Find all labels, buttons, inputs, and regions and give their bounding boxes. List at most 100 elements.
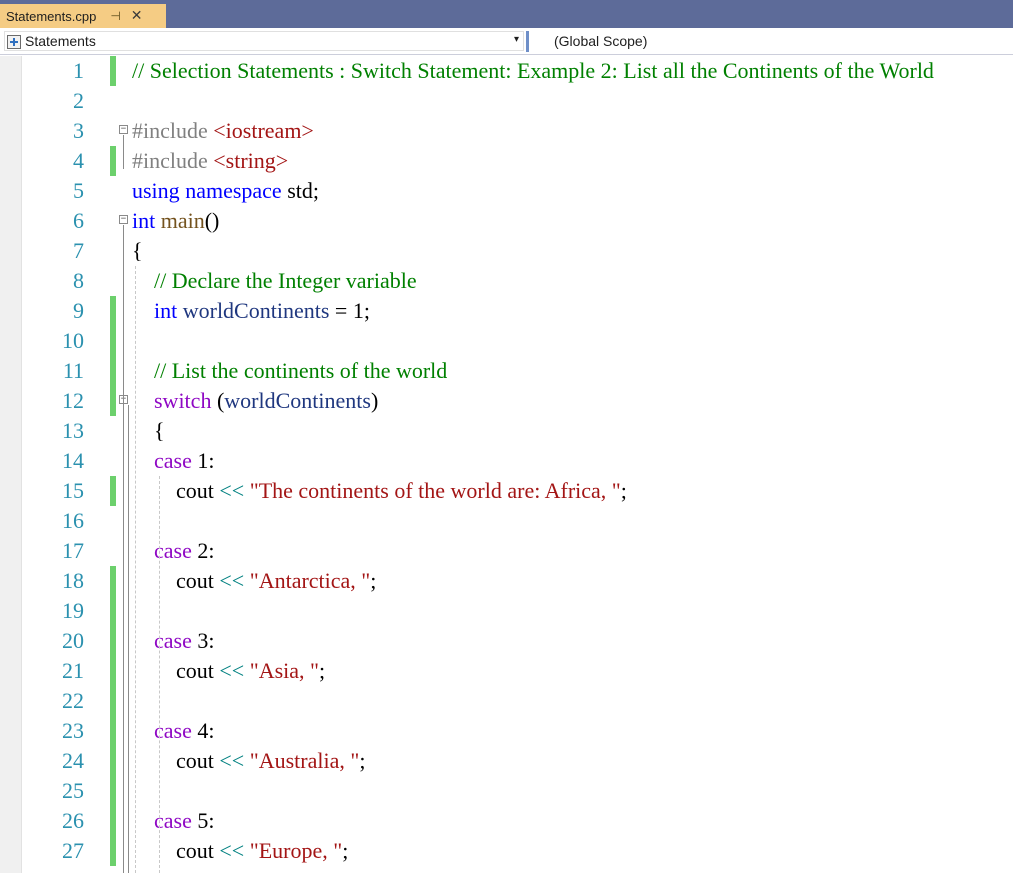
code-line[interactable]: 4 #include <string> [22, 146, 1013, 176]
code-text[interactable]: { [132, 416, 165, 446]
code-line[interactable]: 5 using namespace std; [22, 176, 1013, 206]
change-indicator [110, 776, 116, 806]
line-number: 10 [62, 328, 84, 353]
line-number: 16 [62, 508, 84, 533]
code-token: "Europe, " [249, 838, 343, 863]
document-tab-strip: Statements.cpp ⊣ ✕ [0, 0, 1013, 28]
code-text[interactable]: cout << "The continents of the world are… [132, 476, 627, 506]
code-text[interactable]: cout << "Antarctica, "; [132, 566, 376, 596]
code-token: #include [132, 148, 214, 173]
code-text[interactable]: #include <string> [132, 146, 288, 176]
code-line[interactable]: 20 case 3: [22, 626, 1013, 656]
code-token: 3: [191, 628, 215, 653]
change-indicator [110, 146, 116, 176]
global-scope-dropdown[interactable]: (Global Scope) [533, 31, 1011, 51]
code-text[interactable]: cout << "Australia, "; [132, 746, 365, 776]
line-number: 14 [62, 448, 84, 473]
code-text[interactable]: #include <iostream> [132, 116, 314, 146]
code-token: { [132, 418, 165, 443]
code-text[interactable]: case 1: [132, 446, 214, 476]
code-text[interactable]: case 2: [132, 536, 214, 566]
code-token: "Asia, " [249, 658, 320, 683]
code-line[interactable]: 25 [22, 776, 1013, 806]
line-number: 21 [62, 658, 84, 683]
code-line[interactable]: 22 [22, 686, 1013, 716]
code-text[interactable]: case 5: [132, 806, 214, 836]
code-token: cout [132, 838, 220, 863]
code-line[interactable]: 11 // List the continents of the world [22, 356, 1013, 386]
code-line[interactable]: 10 [22, 326, 1013, 356]
code-line[interactable]: 16 [22, 506, 1013, 536]
code-text[interactable]: case 4: [132, 716, 214, 746]
line-number: 26 [62, 808, 84, 833]
code-line[interactable]: 15 cout << "The continents of the world … [22, 476, 1013, 506]
document-tab[interactable]: Statements.cpp ⊣ ✕ [0, 4, 166, 28]
code-line[interactable]: 13 { [22, 416, 1013, 446]
code-line[interactable]: 12− switch (worldContinents) [22, 386, 1013, 416]
line-number: 9 [73, 298, 84, 323]
code-token: switch [154, 388, 212, 413]
code-token: int [154, 298, 178, 323]
code-line[interactable]: 2 [22, 86, 1013, 116]
code-token: int [132, 208, 156, 233]
code-token: 5: [191, 808, 215, 833]
code-text[interactable]: int main() [132, 206, 219, 236]
code-line[interactable]: 19 [22, 596, 1013, 626]
navbar-splitter[interactable] [526, 31, 529, 52]
code-line[interactable]: 21 cout << "Asia, "; [22, 656, 1013, 686]
code-text[interactable]: cout << "Asia, "; [132, 656, 325, 686]
code-line[interactable]: 14 case 1: [22, 446, 1013, 476]
collapse-icon[interactable]: − [119, 125, 128, 134]
code-token: ; [620, 478, 627, 503]
code-text[interactable]: cout << "Europe, "; [132, 836, 348, 866]
line-number: 15 [62, 478, 84, 503]
code-text[interactable]: // Selection Statements : Switch Stateme… [132, 56, 934, 86]
code-token: ; [342, 838, 349, 863]
code-token: <iostream> [213, 118, 314, 143]
code-text[interactable]: // List the continents of the world [132, 356, 447, 386]
indent-guide [135, 266, 136, 873]
outline-bracket [123, 225, 124, 873]
code-text[interactable]: // Declare the Integer variable [132, 266, 417, 296]
code-token: << [219, 658, 245, 683]
code-token: namespace [185, 178, 282, 203]
chevron-down-icon[interactable]: ▾ [514, 34, 519, 45]
code-text[interactable]: using namespace std; [132, 176, 319, 206]
code-line[interactable]: 9 int worldContinents = 1; [22, 296, 1013, 326]
code-line[interactable]: 8 // Declare the Integer variable [22, 266, 1013, 296]
code-text[interactable]: case 3: [132, 626, 214, 656]
change-indicator [110, 56, 116, 86]
change-indicator [110, 596, 116, 626]
code-text[interactable]: switch (worldContinents) [132, 386, 378, 416]
pin-icon[interactable]: ⊣ [110, 9, 120, 23]
code-line[interactable]: 27 cout << "Europe, "; [22, 836, 1013, 866]
code-line[interactable]: 18 cout << "Antarctica, "; [22, 566, 1013, 596]
code-text[interactable]: { [132, 236, 143, 266]
line-number: 7 [73, 238, 84, 263]
code-line[interactable]: 1 // Selection Statements : Switch Statem… [22, 56, 1013, 86]
line-number: 4 [73, 148, 84, 173]
code-text[interactable]: int worldContinents = 1; [132, 296, 370, 326]
code-line[interactable]: 23 case 4: [22, 716, 1013, 746]
change-indicator [110, 806, 116, 836]
editor-indicator-margin[interactable] [0, 56, 22, 873]
close-icon[interactable]: ✕ [131, 8, 143, 24]
outline-bracket [123, 135, 124, 169]
code-line[interactable]: 26 case 5: [22, 806, 1013, 836]
project-scope-dropdown[interactable]: Statements ▾ [4, 31, 524, 51]
code-line[interactable]: 3 − #include <iostream> [22, 116, 1013, 146]
collapse-icon[interactable]: − [119, 215, 128, 224]
code-line[interactable]: 7{ [22, 236, 1013, 266]
code-line[interactable]: 24 cout << "Australia, "; [22, 746, 1013, 776]
code-token: ; [370, 568, 377, 593]
line-number: 12 [62, 388, 84, 413]
code-token: "The continents of the world are: Africa… [249, 478, 621, 503]
code-line[interactable]: 6 − int main() [22, 206, 1013, 236]
tab-filename: Statements.cpp [6, 8, 97, 24]
code-token: 1: [191, 448, 215, 473]
code-line[interactable]: 17 case 2: [22, 536, 1013, 566]
code-token: worldContinents [224, 388, 371, 413]
code-token: cout [132, 748, 220, 773]
code-token: // Selection Statements : Switch Stateme… [132, 58, 934, 83]
code-editor[interactable]: 1 // Selection Statements : Switch Statem… [22, 56, 1013, 873]
